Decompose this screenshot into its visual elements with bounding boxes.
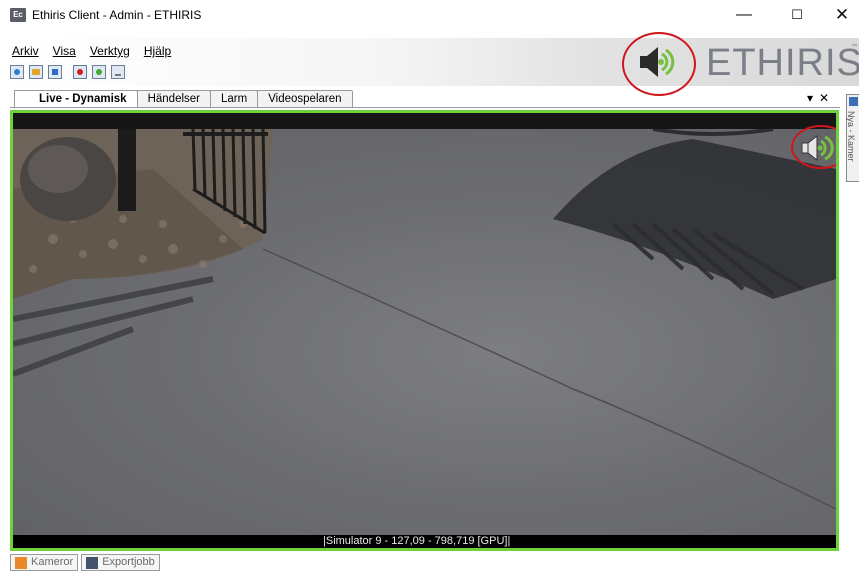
menu-verktyg[interactable]: Verktyg (90, 44, 130, 58)
toolbar (10, 65, 125, 79)
live-video-view[interactable]: |Simulator 9 - 127,09 - 798,719 [GPU]| (10, 110, 839, 551)
document-tabs: Live - Dynamisk Händelser Larm Videospel… (14, 90, 353, 108)
camera-icon (15, 556, 27, 569)
close-button[interactable]: ✕ (822, 4, 859, 26)
side-panel-label: Nya - Kamer (846, 111, 856, 162)
video-caption: |Simulator 9 - 127,09 - 798,719 [GPU]| (323, 535, 511, 547)
settings-icon[interactable] (10, 65, 24, 79)
tab-handelser[interactable]: Händelser (136, 90, 211, 107)
record-icon[interactable] (73, 65, 87, 79)
side-panel-icon (849, 97, 858, 106)
video-caption-bar: |Simulator 9 - 127,09 - 798,719 [GPU]| (13, 535, 836, 548)
tab-controls: ▾✕ (807, 91, 835, 105)
title-bar: Ec Ethiris Client - Admin - ETHIRIS — ☐ … (0, 0, 859, 30)
menu-hjalp[interactable]: Hjälp (144, 44, 171, 58)
brand-logo-text: ETHIRIS (706, 42, 859, 84)
camera-image (13, 129, 836, 535)
bottom-panel-tabs: Kameror Exportjobb (10, 554, 160, 571)
power-icon[interactable] (92, 65, 106, 79)
menu-visa[interactable]: Visa (53, 44, 76, 58)
tab-strip-divider (10, 107, 840, 108)
minimize-button[interactable]: — (724, 4, 764, 26)
folder-icon[interactable] (29, 65, 43, 79)
highlight-circle-brand (622, 32, 696, 96)
tab-exportjobb-label: Exportjobb (102, 556, 155, 568)
menu-bar: Arkiv Visa Verktyg Hjälp (12, 44, 171, 58)
brand-trademark: ™ (851, 44, 857, 50)
side-panel-tab[interactable]: Nya - Kamer (846, 94, 859, 182)
export-job-icon (86, 556, 99, 569)
tab-close-icon[interactable]: ✕ (819, 91, 835, 105)
tab-dropdown-icon[interactable]: ▾ (807, 91, 819, 105)
window-title: Ethiris Client - Admin - ETHIRIS (32, 8, 202, 22)
tab-larm[interactable]: Larm (210, 90, 259, 107)
tab-kameror-label: Kameror (31, 556, 74, 568)
tab-exportjobb[interactable]: Exportjobb (81, 554, 160, 571)
menu-arkiv[interactable]: Arkiv (12, 44, 39, 58)
tab-kameror[interactable]: Kameror (10, 554, 79, 571)
maximize-button[interactable]: ☐ (777, 4, 817, 26)
sync-icon[interactable] (48, 65, 62, 79)
export-icon[interactable] (111, 65, 125, 79)
tab-videospelaren[interactable]: Videospelaren (257, 90, 353, 107)
camera-scene-graphic (13, 129, 836, 535)
app-icon: Ec (10, 8, 26, 22)
tab-live-dynamisk[interactable]: Live - Dynamisk (14, 90, 138, 107)
